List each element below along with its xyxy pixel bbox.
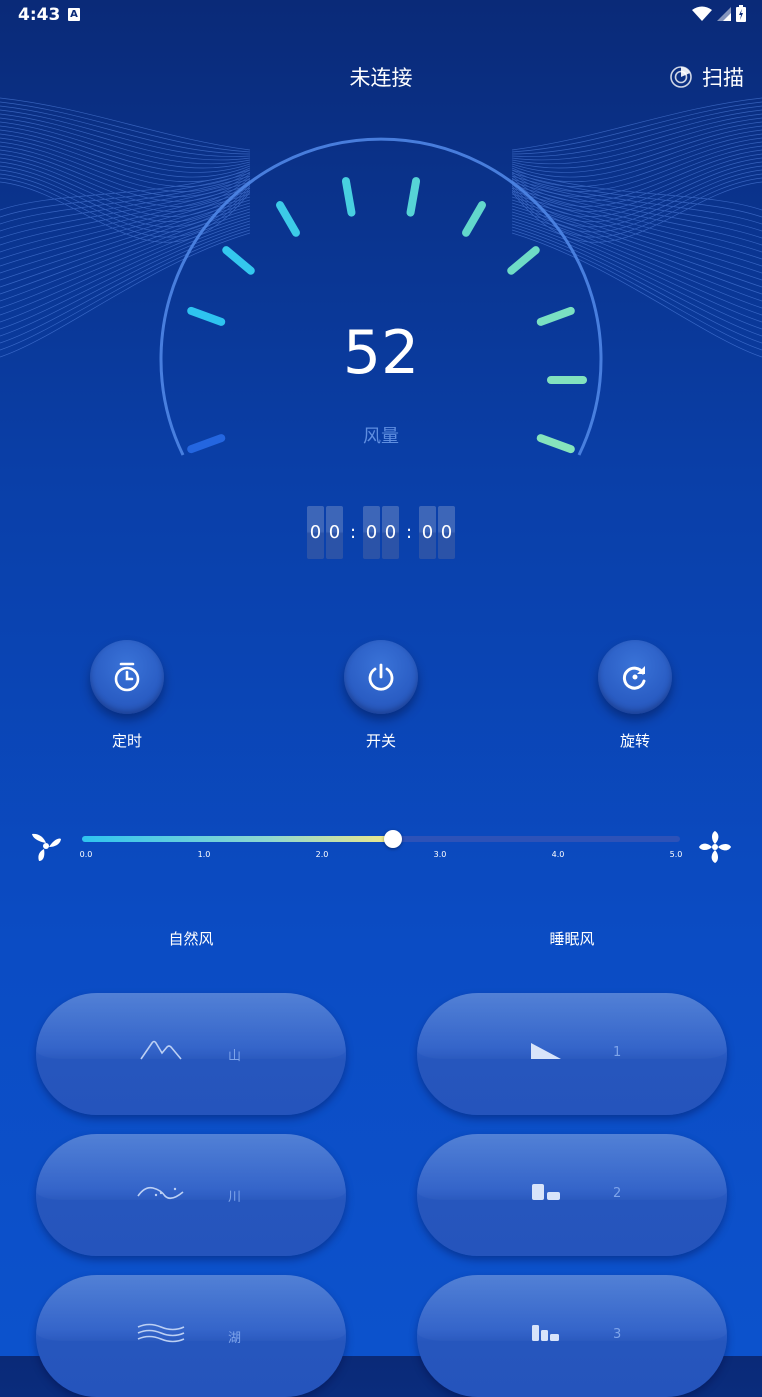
timer-button[interactable] — [90, 640, 164, 714]
slider-track[interactable] — [82, 830, 680, 848]
rotate-icon — [622, 666, 646, 690]
scan-label: 扫描 — [702, 66, 744, 90]
slider-tick-label: 5.0 — [669, 850, 683, 859]
timer-digit: 0 — [363, 506, 380, 559]
sleep-mode-3[interactable]: 3 — [417, 1275, 727, 1397]
mode-label: 3 — [613, 1327, 622, 1342]
level-3-icon — [532, 1325, 559, 1341]
timer-digit: 0 — [438, 506, 455, 559]
fan-high-icon — [699, 831, 731, 863]
timer-separator: : — [405, 522, 413, 543]
slider-tick-label: 4.0 — [551, 850, 565, 859]
timer-label: 定时 — [111, 732, 142, 750]
gauge-tick — [406, 177, 421, 217]
timer-digit: 0 — [307, 506, 324, 559]
radar-scan-icon — [670, 66, 692, 88]
notification-a-icon: A — [68, 8, 80, 21]
countdown-timer: 0 0 : 0 0 : 0 0 — [0, 506, 762, 559]
level-2-icon — [532, 1184, 560, 1200]
gauge-tick — [222, 246, 255, 275]
natural-mode-river[interactable]: 川 — [36, 1134, 346, 1256]
gauge-tick — [462, 201, 486, 237]
mountain-icon — [140, 1040, 182, 1060]
scan-button[interactable]: 扫描 — [670, 62, 744, 92]
river-icon — [137, 1186, 184, 1200]
mode-label: 2 — [613, 1186, 622, 1201]
airflow-label: 风量 — [363, 426, 399, 447]
power-control[interactable]: 开关 — [331, 640, 431, 751]
gauge-tick — [276, 201, 300, 237]
airflow-value: 52 — [342, 318, 420, 388]
power-label: 开关 — [365, 732, 396, 750]
mode-label: 川 — [228, 1190, 242, 1205]
lake-icon — [137, 1323, 185, 1343]
timer-separator: : — [349, 522, 357, 543]
battery-icon — [736, 5, 746, 22]
mode-label: 山 — [228, 1049, 242, 1064]
wind-speed-slider[interactable]: 0.0 1.0 2.0 3.0 4.0 5.0 — [0, 826, 762, 866]
slider-tick-label: 0.0 — [79, 850, 93, 859]
slider-fill — [82, 836, 393, 842]
wifi-icon — [692, 6, 712, 21]
sleep-wind-title: 睡眠风 — [549, 930, 595, 948]
status-time: 4:43 — [18, 5, 61, 25]
connection-status-title: 未连接 — [349, 66, 413, 90]
mode-label: 1 — [613, 1045, 622, 1060]
timer-digit: 0 — [419, 506, 436, 559]
rotate-button[interactable] — [598, 640, 672, 714]
natural-mode-lake[interactable]: 湖 — [36, 1275, 346, 1397]
status-icons — [692, 5, 746, 22]
gauge-tick — [507, 246, 540, 275]
slider-tick-label: 1.0 — [197, 850, 211, 859]
slider-tick-label: 3.0 — [433, 850, 447, 859]
timer-icon — [114, 662, 140, 692]
status-bar: 4:43 A — [0, 0, 762, 32]
natural-mode-mountain[interactable]: 山 — [36, 993, 346, 1115]
rotate-control[interactable]: 旋转 — [585, 640, 685, 751]
power-icon — [368, 663, 394, 691]
power-button[interactable] — [344, 640, 418, 714]
sleep-mode-2[interactable]: 2 — [417, 1134, 727, 1256]
slider-thumb[interactable] — [383, 830, 402, 848]
timer-digit: 0 — [326, 506, 343, 559]
timer-control[interactable]: 定时 — [77, 640, 177, 751]
airflow-gauge — [159, 137, 603, 456]
signal-icon — [717, 6, 731, 21]
sleep-mode-1[interactable]: 1 — [417, 993, 727, 1115]
level-1-icon — [531, 1043, 561, 1059]
natural-wind-title: 自然风 — [168, 930, 214, 948]
rotate-label: 旋转 — [619, 732, 650, 750]
mode-label: 湖 — [228, 1331, 242, 1346]
gauge-tick — [341, 177, 356, 217]
slider-tick-label: 2.0 — [315, 850, 329, 859]
timer-digit: 0 — [382, 506, 399, 559]
